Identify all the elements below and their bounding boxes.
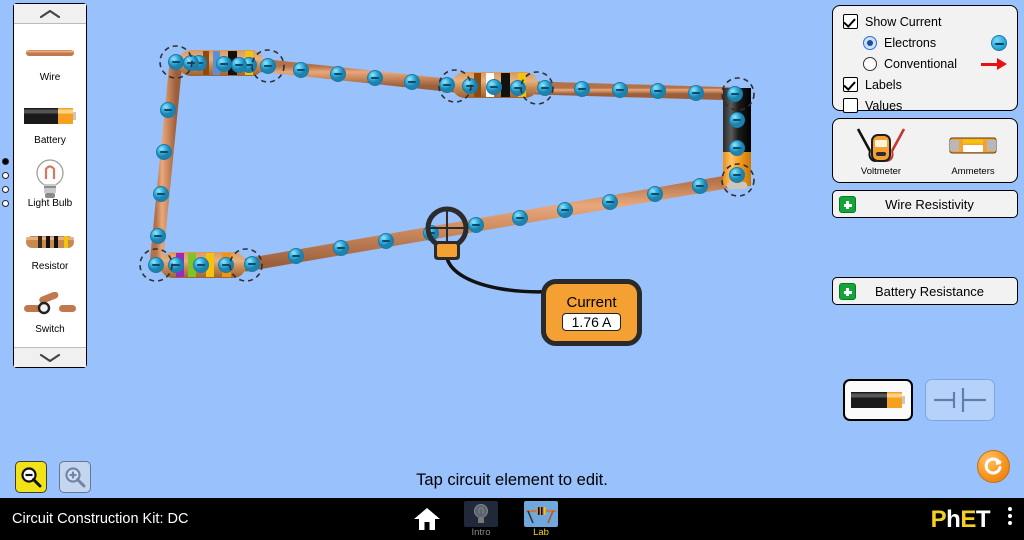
- zoom-level-radio-3[interactable]: [2, 200, 9, 207]
- chevron-up-icon: [39, 9, 61, 18]
- toolbox-item-switch[interactable]: Switch: [14, 288, 86, 335]
- simulation-screen: Wire Battery Light Bulb Resistor Switch …: [0, 0, 1024, 540]
- battery-lifelike-icon: [851, 392, 905, 408]
- toolbox-item-light-bulb[interactable]: Light Bulb: [14, 159, 86, 209]
- light-bulb-icon: [32, 159, 68, 198]
- battery-resistance-label: Battery Resistance: [874, 283, 985, 299]
- home-button[interactable]: [410, 502, 444, 536]
- tab-lab-label: Lab: [533, 526, 549, 538]
- wire-resistivity-accordion[interactable]: Wire Resistivity: [832, 190, 1018, 218]
- toolbox-item-label: Wire: [39, 72, 61, 83]
- home-icon: [414, 508, 440, 530]
- show-current-checkbox[interactable]: [843, 14, 858, 29]
- values-label: Values: [865, 98, 903, 113]
- plus-icon[interactable]: [839, 195, 856, 213]
- ammeter-readout-value: 1.76 A: [561, 313, 622, 331]
- conventional-label: Conventional: [884, 57, 957, 71]
- navigation-tabs: Intro Lab: [410, 498, 564, 540]
- ammeter-icon: [949, 137, 997, 153]
- tab-lab-thumbnail: [524, 500, 558, 527]
- electron-icon: [991, 35, 1007, 51]
- conventional-row[interactable]: Conventional: [863, 57, 1007, 71]
- zoom-level-radio-1[interactable]: [2, 172, 9, 179]
- light-bulb-icon: [474, 503, 488, 523]
- wire-icon: [25, 36, 75, 70]
- electrons-row[interactable]: Electrons: [863, 35, 1007, 51]
- show-current-label: Show Current: [865, 14, 942, 29]
- labels-label: Labels: [865, 77, 902, 92]
- voltmeter-icon: [856, 127, 906, 162]
- zoom-level-radio-2[interactable]: [2, 186, 9, 193]
- values-row[interactable]: Values: [843, 98, 1007, 113]
- arrow-right-icon: [981, 58, 1007, 70]
- toolbox-scroll-up-button[interactable]: [14, 4, 86, 24]
- toolbox-item-resistor[interactable]: Resistor: [14, 225, 86, 272]
- values-checkbox[interactable]: [843, 98, 858, 113]
- plus-icon[interactable]: [839, 282, 856, 300]
- toolbox-item-label: Light Bulb: [27, 198, 73, 209]
- labels-row[interactable]: Labels: [843, 77, 1007, 92]
- kebab-menu-icon[interactable]: [1008, 507, 1012, 525]
- show-current-row[interactable]: Show Current: [843, 14, 1007, 29]
- sensor-toolbox-panel: Voltmeter Ammeters: [832, 118, 1018, 183]
- view-lifelike-button[interactable]: [843, 379, 913, 421]
- app-title: Circuit Construction Kit: DC: [12, 511, 189, 527]
- component-toolbox[interactable]: Wire Battery Light Bulb Resistor Switch: [13, 3, 87, 368]
- toolbox-item-label: Resistor: [31, 261, 69, 272]
- voltmeter-tool[interactable]: Voltmeter: [848, 125, 914, 177]
- toolbox-item-label: Battery: [34, 135, 66, 146]
- ammeters-label: Ammeters: [951, 165, 995, 177]
- conventional-radio[interactable]: [863, 57, 877, 71]
- ammeter-readout-title: Current: [566, 294, 617, 311]
- toolbox-scroll-down-button[interactable]: [14, 347, 86, 367]
- phet-logo[interactable]: PhET: [931, 506, 991, 534]
- zoom-level-radio-0[interactable]: [2, 158, 9, 165]
- battery-icon: [23, 99, 77, 133]
- battery-resistance-accordion[interactable]: Battery Resistance: [832, 277, 1018, 305]
- voltmeter-label: Voltmeter: [860, 165, 902, 177]
- view-schematic-button[interactable]: [925, 379, 995, 421]
- toolbox-item-battery[interactable]: Battery: [14, 99, 86, 146]
- toolbox-item-label: Switch: [35, 324, 65, 335]
- switch-icon: [23, 288, 77, 322]
- navigation-bar: Circuit Construction Kit: DC Intro Lab P…: [0, 498, 1024, 540]
- reset-icon: [984, 457, 1002, 475]
- ammeter-readout[interactable]: Current 1.76 A: [541, 279, 642, 346]
- resistor-icon: [24, 225, 76, 259]
- reset-all-button[interactable]: [977, 450, 1010, 483]
- display-options-panel: Show Current Electrons Conventional Labe…: [832, 5, 1018, 113]
- battery-schematic-icon: [934, 388, 986, 412]
- status-text: Tap circuit element to edit.: [416, 471, 608, 489]
- tab-intro[interactable]: Intro: [458, 500, 504, 538]
- zoom-level-radio-strip[interactable]: [2, 158, 9, 207]
- tab-lab[interactable]: Lab: [518, 500, 564, 538]
- electrons-label: Electrons: [884, 36, 937, 50]
- tab-intro-thumbnail: [464, 500, 498, 527]
- toolbox-item-wire[interactable]: Wire: [14, 36, 86, 83]
- electrons-radio[interactable]: [863, 36, 877, 50]
- ammeters-tool[interactable]: Ammeters: [944, 125, 1002, 177]
- tab-intro-label: Intro: [471, 526, 491, 538]
- resistor-circuit-icon: [526, 506, 556, 523]
- labels-checkbox[interactable]: [843, 77, 858, 92]
- wire-resistivity-label: Wire Resistivity: [885, 196, 974, 212]
- chevron-down-icon: [39, 353, 61, 362]
